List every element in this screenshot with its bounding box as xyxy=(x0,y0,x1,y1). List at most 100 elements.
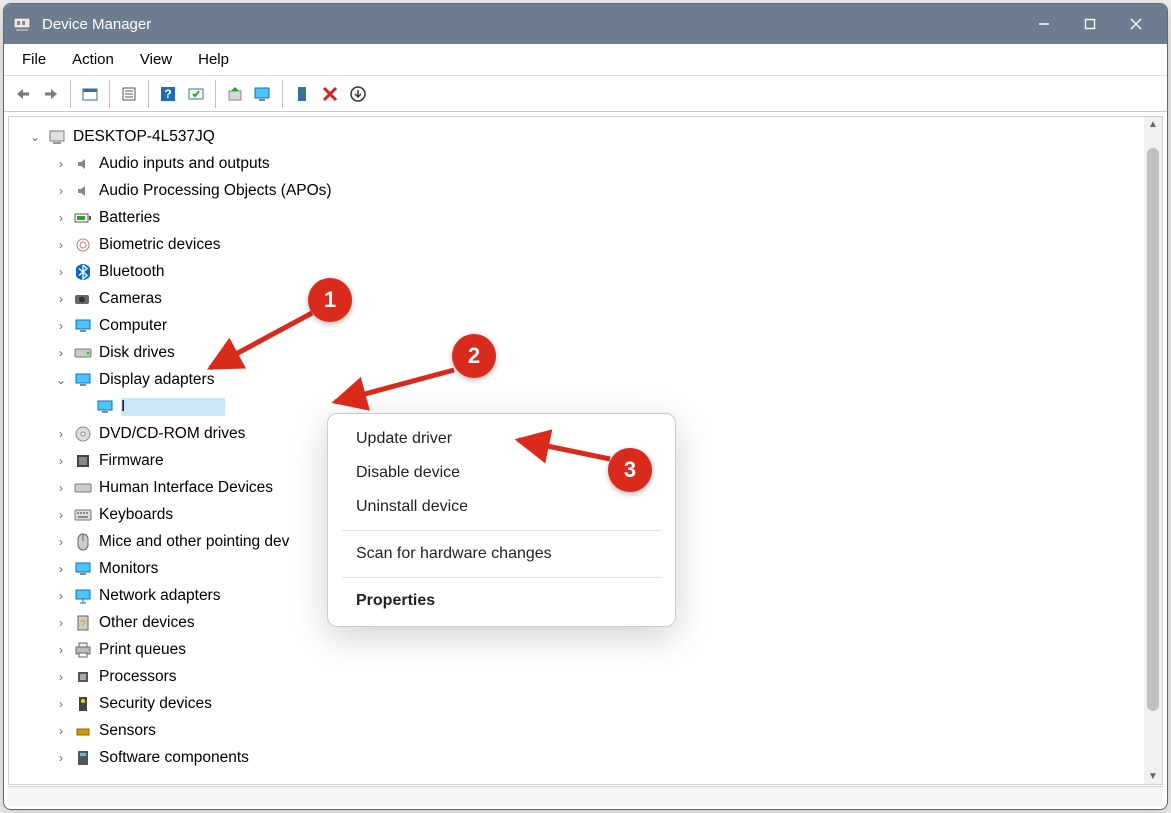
security-icon xyxy=(73,694,93,714)
tree-item-label: Software components xyxy=(99,749,249,767)
scroll-up-icon[interactable]: ▲ xyxy=(1148,119,1158,130)
chevron-right-icon[interactable]: › xyxy=(53,426,69,442)
tree-item-label: Monitors xyxy=(99,560,158,578)
ctx-uninstall-device[interactable]: Uninstall device xyxy=(328,490,675,524)
chevron-right-icon[interactable]: › xyxy=(53,318,69,334)
tree-item-label: I xyxy=(121,398,225,416)
tree-item-label: Network adapters xyxy=(99,587,220,605)
menubar: File Action View Help xyxy=(4,44,1167,76)
tree-item[interactable]: ›Biometric devices xyxy=(13,231,1140,258)
tree-item[interactable]: › Disk drives xyxy=(13,339,1140,366)
disk-icon xyxy=(73,343,93,363)
chevron-right-icon[interactable]: › xyxy=(53,534,69,550)
more-button[interactable] xyxy=(345,81,371,107)
tree-item[interactable]: › Software components xyxy=(13,744,1140,771)
svg-text:?: ? xyxy=(80,619,86,630)
chevron-right-icon[interactable]: › xyxy=(53,237,69,253)
tree-item-label: Other devices xyxy=(99,614,195,632)
ctx-properties[interactable]: Properties xyxy=(328,584,675,618)
uninstall-monitor-button[interactable] xyxy=(250,81,276,107)
minimize-button[interactable] xyxy=(1021,4,1067,44)
dvd-icon xyxy=(73,424,93,444)
properties-button[interactable] xyxy=(116,81,142,107)
help-button[interactable]: ? xyxy=(155,81,181,107)
bluetooth-icon xyxy=(73,262,93,282)
chevron-right-icon[interactable]: › xyxy=(53,264,69,280)
tree-item-label: DVD/CD-ROM drives xyxy=(99,425,245,443)
disable-button[interactable] xyxy=(317,81,343,107)
update-driver-button[interactable] xyxy=(222,81,248,107)
scrollbar-thumb[interactable] xyxy=(1147,148,1159,711)
speaker-icon xyxy=(73,181,93,201)
svg-text:?: ? xyxy=(164,87,171,101)
annotation-badge-3: 3 xyxy=(608,448,652,492)
tree-item[interactable]: › Sensors xyxy=(13,717,1140,744)
ctx-separator xyxy=(342,530,661,531)
display-device-icon xyxy=(95,397,115,417)
chevron-right-icon[interactable]: › xyxy=(53,507,69,523)
chevron-right-icon[interactable]: › xyxy=(53,561,69,577)
chevron-down-icon[interactable]: ⌄ xyxy=(53,372,69,388)
scan-button[interactable] xyxy=(183,81,209,107)
scroll-down-icon[interactable]: ▼ xyxy=(1148,771,1158,782)
tree-item-label: Security devices xyxy=(99,695,212,713)
chevron-right-icon[interactable]: › xyxy=(53,642,69,658)
firmware-icon xyxy=(73,451,93,471)
tree-item-label: Keyboards xyxy=(99,506,173,524)
chevron-down-icon[interactable]: ⌄ xyxy=(27,129,43,145)
titlebar[interactable]: Device Manager xyxy=(4,4,1167,44)
fingerprint-icon xyxy=(73,235,93,255)
show-hidden-button[interactable] xyxy=(77,81,103,107)
mouse-icon xyxy=(73,532,93,552)
tree-item[interactable]: ›Bluetooth xyxy=(13,258,1140,285)
app-icon xyxy=(12,14,32,34)
chevron-right-icon[interactable]: › xyxy=(53,183,69,199)
tree-item[interactable]: ›Computer xyxy=(13,312,1140,339)
vertical-scrollbar[interactable]: ▲ ▼ xyxy=(1144,117,1162,784)
menu-action[interactable]: Action xyxy=(60,47,126,72)
tree-item[interactable]: ›Audio inputs and outputs xyxy=(13,150,1140,177)
tree-root[interactable]: ⌄ DESKTOP-4L537JQ xyxy=(13,123,1140,150)
menu-view[interactable]: View xyxy=(128,47,184,72)
computer-icon xyxy=(47,127,67,147)
tree-item-label: Display adapters xyxy=(99,371,214,389)
tree-item[interactable]: › Audio Processing Objects (APOs) xyxy=(13,177,1140,204)
chevron-right-icon[interactable]: › xyxy=(53,696,69,712)
tree-item[interactable]: › Security devices xyxy=(13,690,1140,717)
tree-item-label: Sensors xyxy=(99,722,156,740)
annotation-badge-2: 2 xyxy=(452,334,496,378)
maximize-button[interactable] xyxy=(1067,4,1113,44)
menu-help[interactable]: Help xyxy=(186,47,241,72)
tree-item-label: Mice and other pointing dev xyxy=(99,533,289,551)
chevron-right-icon[interactable]: › xyxy=(53,723,69,739)
chevron-right-icon[interactable]: › xyxy=(53,615,69,631)
ctx-scan-hardware[interactable]: Scan for hardware changes xyxy=(328,537,675,571)
tree-item[interactable]: › Processors xyxy=(13,663,1140,690)
tree-item-label: Firmware xyxy=(99,452,164,470)
tree-item-label: Processors xyxy=(99,668,177,686)
tree-item-label: Audio Processing Objects (APOs) xyxy=(99,182,332,200)
back-button[interactable] xyxy=(10,81,36,107)
chevron-right-icon[interactable]: › xyxy=(53,291,69,307)
chevron-right-icon[interactable]: › xyxy=(53,210,69,226)
tree-item-label: Disk drives xyxy=(99,344,175,362)
tree-item[interactable]: ›Print queues xyxy=(13,636,1140,663)
menu-file[interactable]: File xyxy=(10,47,58,72)
chevron-right-icon[interactable]: › xyxy=(53,669,69,685)
computer-icon xyxy=(73,316,93,336)
tree-item-display-adapters[interactable]: ⌄ Display adapters xyxy=(13,366,1140,393)
tree-item[interactable]: ›Cameras xyxy=(13,285,1140,312)
printer-icon xyxy=(73,640,93,660)
chevron-right-icon[interactable]: › xyxy=(53,750,69,766)
close-button[interactable] xyxy=(1113,4,1159,44)
forward-button[interactable] xyxy=(38,81,64,107)
enable-button[interactable] xyxy=(289,81,315,107)
chevron-right-icon[interactable]: › xyxy=(53,588,69,604)
chevron-right-icon[interactable]: › xyxy=(53,480,69,496)
chevron-right-icon[interactable]: › xyxy=(53,453,69,469)
camera-icon xyxy=(73,289,93,309)
battery-icon xyxy=(73,208,93,228)
tree-item[interactable]: ›Batteries xyxy=(13,204,1140,231)
chevron-right-icon[interactable]: › xyxy=(53,345,69,361)
chevron-right-icon[interactable]: › xyxy=(53,156,69,172)
